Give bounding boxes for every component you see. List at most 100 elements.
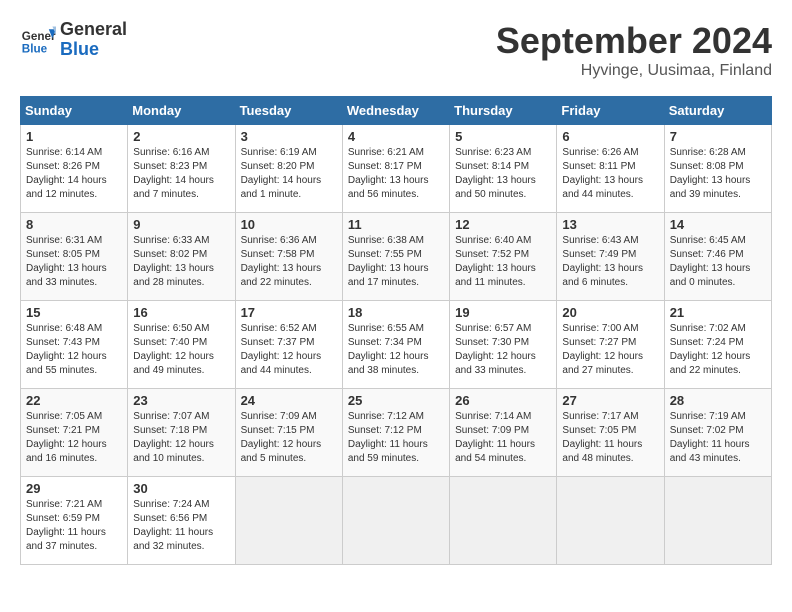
day-info: Sunrise: 6:57 AM Sunset: 7:30 PM Dayligh… — [455, 322, 551, 378]
day-info: Sunrise: 7:00 AM Sunset: 7:27 PM Dayligh… — [562, 322, 658, 378]
day-info: Sunrise: 6:38 AM Sunset: 7:55 PM Dayligh… — [348, 234, 444, 290]
calendar-cell: 21Sunrise: 7:02 AM Sunset: 7:24 PM Dayli… — [664, 301, 771, 389]
day-info: Sunrise: 6:50 AM Sunset: 7:40 PM Dayligh… — [133, 322, 229, 378]
day-number: 19 — [455, 305, 551, 320]
calendar-week-row-1: 1 Sunrise: 6:14 AM Sunset: 8:26 PM Daylig… — [21, 125, 772, 213]
day-info: Sunrise: 6:19 AM Sunset: 8:20 PM Dayligh… — [241, 146, 337, 202]
day-number: 6 — [562, 129, 658, 144]
calendar-cell: 28 Sunrise: 7:19 AM Sunset: 7:02 PM Dayli… — [664, 389, 771, 477]
calendar-cell: 17 Sunrise: 6:52 AM Sunset: 7:37 PM Dayli… — [235, 301, 342, 389]
calendar-cell: 30Sunrise: 7:24 AM Sunset: 6:56 PM Dayli… — [128, 477, 235, 565]
day-info: Sunrise: 6:52 AM Sunset: 7:37 PM Dayligh… — [241, 322, 337, 378]
day-info: Sunrise: 7:05 AM Sunset: 7:21 PM Dayligh… — [26, 410, 122, 466]
day-number: 21 — [670, 305, 766, 320]
day-info: Sunrise: 6:55 AM Sunset: 7:34 PM Dayligh… — [348, 322, 444, 378]
day-info: Sunrise: 6:31 AM Sunset: 8:05 PM Dayligh… — [26, 234, 122, 290]
day-number: 13 — [562, 217, 658, 232]
calendar-cell: 13 Sunrise: 6:43 AM Sunset: 7:49 PM Dayli… — [557, 213, 664, 301]
weekday-header-row: SundayMondayTuesdayWednesdayThursdayFrid… — [21, 97, 772, 125]
day-info: Sunrise: 7:24 AM Sunset: 6:56 PM Dayligh… — [133, 498, 229, 554]
calendar-cell: 24 Sunrise: 7:09 AM Sunset: 7:15 PM Dayli… — [235, 389, 342, 477]
day-number: 12 — [455, 217, 551, 232]
calendar-cell: 8 Sunrise: 6:31 AM Sunset: 8:05 PM Daylig… — [21, 213, 128, 301]
day-info: Sunrise: 7:17 AM Sunset: 7:05 PM Dayligh… — [562, 410, 658, 466]
day-info: Sunrise: 7:09 AM Sunset: 7:15 PM Dayligh… — [241, 410, 337, 466]
weekday-header-sunday: Sunday — [21, 97, 128, 125]
day-info: Sunrise: 6:16 AM Sunset: 8:23 PM Dayligh… — [133, 146, 229, 202]
calendar-table: SundayMondayTuesdayWednesdayThursdayFrid… — [20, 96, 772, 565]
calendar-cell: 16Sunrise: 6:50 AM Sunset: 7:40 PM Dayli… — [128, 301, 235, 389]
day-number: 9 — [133, 217, 229, 232]
day-number: 27 — [562, 393, 658, 408]
location: Hyvinge, Uusimaa, Finland — [496, 62, 772, 80]
calendar-cell: 10Sunrise: 6:36 AM Sunset: 7:58 PM Dayli… — [235, 213, 342, 301]
logo-text-line2: Blue — [60, 40, 127, 60]
day-number: 2 — [133, 129, 229, 144]
day-info: Sunrise: 6:40 AM Sunset: 7:52 PM Dayligh… — [455, 234, 551, 290]
calendar-cell: 20 Sunrise: 7:00 AM Sunset: 7:27 PM Dayli… — [557, 301, 664, 389]
day-info: Sunrise: 6:14 AM Sunset: 8:26 PM Dayligh… — [26, 146, 122, 202]
calendar-cell: 19 Sunrise: 6:57 AM Sunset: 7:30 PM Dayli… — [450, 301, 557, 389]
calendar-cell: 5 Sunrise: 6:23 AM Sunset: 8:14 PM Daylig… — [450, 125, 557, 213]
calendar-cell: 9 Sunrise: 6:33 AM Sunset: 8:02 PM Daylig… — [128, 213, 235, 301]
day-number: 8 — [26, 217, 122, 232]
day-info: Sunrise: 6:43 AM Sunset: 7:49 PM Dayligh… — [562, 234, 658, 290]
day-number: 22 — [26, 393, 122, 408]
title-block: September 2024 Hyvinge, Uusimaa, Finland — [496, 20, 772, 80]
calendar-week-row-2: 8 Sunrise: 6:31 AM Sunset: 8:05 PM Daylig… — [21, 213, 772, 301]
logo-text-line1: General — [60, 20, 127, 40]
calendar-cell — [450, 477, 557, 565]
day-info: Sunrise: 6:36 AM Sunset: 7:58 PM Dayligh… — [241, 234, 337, 290]
day-number: 18 — [348, 305, 444, 320]
calendar-cell — [664, 477, 771, 565]
day-number: 29 — [26, 481, 122, 496]
calendar-cell — [557, 477, 664, 565]
day-info: Sunrise: 7:07 AM Sunset: 7:18 PM Dayligh… — [133, 410, 229, 466]
calendar-cell: 4Sunrise: 6:21 AM Sunset: 8:17 PM Daylig… — [342, 125, 449, 213]
day-number: 1 — [26, 129, 122, 144]
month-title: September 2024 — [496, 20, 772, 62]
day-number: 17 — [241, 305, 337, 320]
day-info: Sunrise: 7:12 AM Sunset: 7:12 PM Dayligh… — [348, 410, 444, 466]
day-info: Sunrise: 6:45 AM Sunset: 7:46 PM Dayligh… — [670, 234, 766, 290]
day-number: 4 — [348, 129, 444, 144]
calendar-cell: 27 Sunrise: 7:17 AM Sunset: 7:05 PM Dayli… — [557, 389, 664, 477]
weekday-header-thursday: Thursday — [450, 97, 557, 125]
day-number: 28 — [670, 393, 766, 408]
day-number: 26 — [455, 393, 551, 408]
day-number: 23 — [133, 393, 229, 408]
calendar-week-row-3: 15 Sunrise: 6:48 AM Sunset: 7:43 PM Dayli… — [21, 301, 772, 389]
logo: General Blue General Blue — [20, 20, 127, 60]
weekday-header-wednesday: Wednesday — [342, 97, 449, 125]
day-number: 5 — [455, 129, 551, 144]
calendar-cell: 25 Sunrise: 7:12 AM Sunset: 7:12 PM Dayli… — [342, 389, 449, 477]
day-number: 11 — [348, 217, 444, 232]
day-number: 7 — [670, 129, 766, 144]
day-info: Sunrise: 7:19 AM Sunset: 7:02 PM Dayligh… — [670, 410, 766, 466]
day-number: 20 — [562, 305, 658, 320]
calendar-week-row-5: 29 Sunrise: 7:21 AM Sunset: 6:59 PM Dayli… — [21, 477, 772, 565]
weekday-header-saturday: Saturday — [664, 97, 771, 125]
calendar-cell: 15 Sunrise: 6:48 AM Sunset: 7:43 PM Dayli… — [21, 301, 128, 389]
calendar-week-row-4: 22 Sunrise: 7:05 AM Sunset: 7:21 PM Dayli… — [21, 389, 772, 477]
calendar-cell: 6 Sunrise: 6:26 AM Sunset: 8:11 PM Daylig… — [557, 125, 664, 213]
calendar-cell — [235, 477, 342, 565]
day-info: Sunrise: 6:33 AM Sunset: 8:02 PM Dayligh… — [133, 234, 229, 290]
day-info: Sunrise: 6:23 AM Sunset: 8:14 PM Dayligh… — [455, 146, 551, 202]
day-number: 25 — [348, 393, 444, 408]
day-info: Sunrise: 6:26 AM Sunset: 8:11 PM Dayligh… — [562, 146, 658, 202]
day-info: Sunrise: 7:21 AM Sunset: 6:59 PM Dayligh… — [26, 498, 122, 554]
calendar-cell: 11 Sunrise: 6:38 AM Sunset: 7:55 PM Dayli… — [342, 213, 449, 301]
day-info: Sunrise: 6:48 AM Sunset: 7:43 PM Dayligh… — [26, 322, 122, 378]
weekday-header-tuesday: Tuesday — [235, 97, 342, 125]
day-number: 14 — [670, 217, 766, 232]
day-number: 24 — [241, 393, 337, 408]
calendar-cell: 23 Sunrise: 7:07 AM Sunset: 7:18 PM Dayli… — [128, 389, 235, 477]
calendar-cell: 18 Sunrise: 6:55 AM Sunset: 7:34 PM Dayli… — [342, 301, 449, 389]
calendar-cell — [342, 477, 449, 565]
logo-icon: General Blue — [20, 22, 56, 58]
calendar-cell: 26Sunrise: 7:14 AM Sunset: 7:09 PM Dayli… — [450, 389, 557, 477]
svg-text:Blue: Blue — [22, 42, 48, 55]
day-number: 15 — [26, 305, 122, 320]
calendar-cell: 7Sunrise: 6:28 AM Sunset: 8:08 PM Daylig… — [664, 125, 771, 213]
